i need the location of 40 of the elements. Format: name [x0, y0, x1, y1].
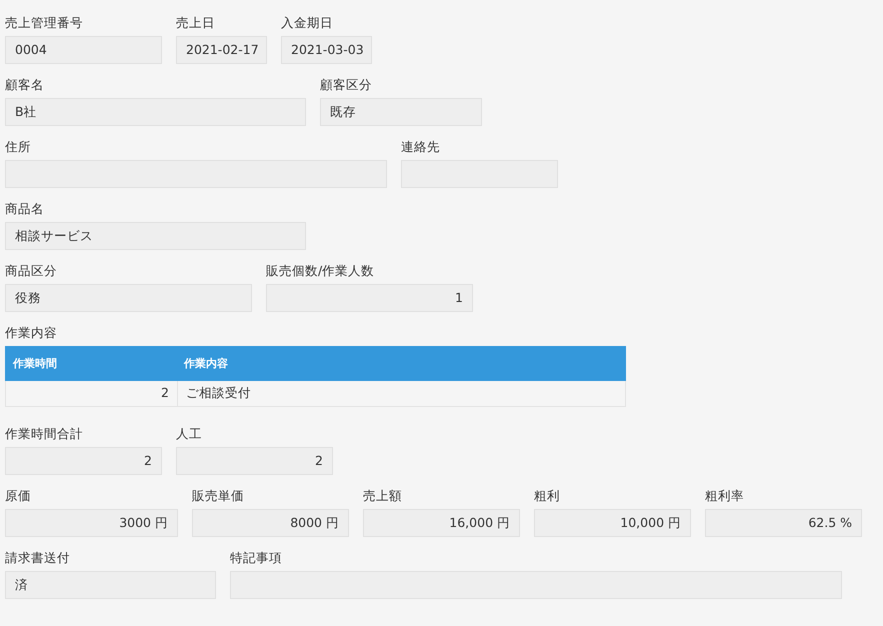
- field-label: 販売単価: [192, 487, 245, 505]
- field-label: 商品区分: [5, 262, 58, 280]
- field-label: 入金期日: [281, 14, 334, 32]
- table-cell-text: 2: [160, 384, 170, 402]
- field-value: 相談サービス: [5, 222, 306, 250]
- field-value: 役務: [5, 284, 252, 312]
- field-value: B社: [5, 98, 306, 126]
- field-label: 原価: [5, 487, 32, 505]
- field-label: 人工: [176, 425, 203, 443]
- field-label: 顧客名: [5, 76, 45, 94]
- field-label: 粗利率: [705, 487, 745, 505]
- field-label: 連絡先: [401, 138, 441, 156]
- field-value: 0004: [5, 36, 162, 64]
- field-value: 62.5 %: [705, 509, 862, 537]
- field-label: 売上日: [176, 14, 216, 32]
- field-value: 2021-02-17: [176, 36, 267, 64]
- field-label: 販売個数/作業人数: [266, 262, 376, 280]
- field-label: 売上管理番号: [5, 14, 84, 32]
- field-value: 1: [266, 284, 473, 312]
- table-label: 作業内容: [5, 324, 58, 342]
- field-label: 住所: [5, 138, 32, 156]
- field-label: 作業時間合計: [5, 425, 84, 443]
- field-label: 商品名: [5, 200, 45, 218]
- field-value: 10,000 円: [534, 509, 691, 537]
- table-cell: ご相談受付: [177, 381, 625, 406]
- field-value: 16,000 円: [363, 509, 520, 537]
- field-label: 特記事項: [230, 549, 283, 567]
- field-label: 請求書送付: [5, 549, 71, 567]
- field-label: 売上額: [363, 487, 403, 505]
- field-value: 3000 円: [5, 509, 178, 537]
- field-value: 既存: [320, 98, 482, 126]
- field-value: 済: [5, 571, 216, 599]
- column-header: 作業時間: [12, 356, 58, 371]
- column-header: 作業内容: [182, 356, 228, 371]
- field-value: 2021-03-03: [281, 36, 372, 64]
- field-label: 粗利: [534, 487, 561, 505]
- field-value: 2: [5, 447, 162, 475]
- field-value: 2: [176, 447, 333, 475]
- field-label: 顧客区分: [320, 76, 373, 94]
- field-value: 8000 円: [192, 509, 349, 537]
